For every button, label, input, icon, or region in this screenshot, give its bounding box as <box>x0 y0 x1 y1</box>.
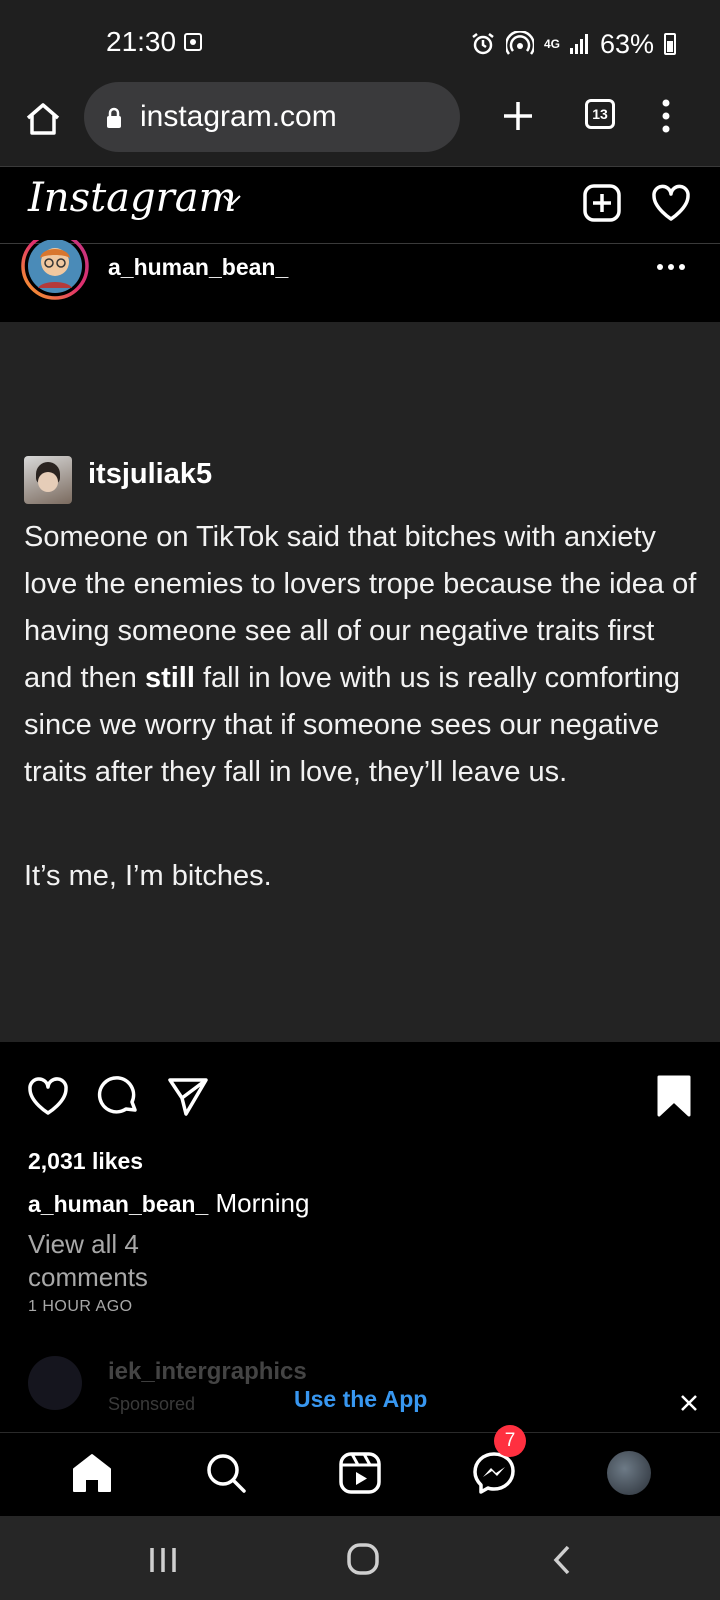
lock-icon <box>107 107 121 128</box>
recent-apps-icon[interactable] <box>148 1546 178 1574</box>
share-paper-plane-icon[interactable] <box>166 1074 210 1118</box>
chevron-down-icon[interactable] <box>222 193 242 207</box>
system-navigation-bar <box>0 1516 720 1600</box>
quoted-sign-off: It’s me, I’m bitches. <box>24 860 272 892</box>
status-time: 21:30 <box>106 26 177 57</box>
back-icon[interactable] <box>552 1544 572 1576</box>
post-image[interactable]: itsjuliak5 Someone on TikTok said that b… <box>0 322 720 1042</box>
hotspot-icon <box>505 31 534 55</box>
quoted-user-avatar <box>24 456 72 504</box>
battery-icon <box>664 33 676 55</box>
comment-icon[interactable] <box>96 1074 140 1118</box>
status-bar: 21:30 4G 63% <box>0 0 720 82</box>
status-icons: 4G 63% <box>470 24 676 64</box>
caption-username[interactable]: a_human_bean_ <box>28 1191 208 1217</box>
home-filled-icon[interactable] <box>70 1451 114 1495</box>
home-icon[interactable] <box>24 100 62 138</box>
browser-toolbar: instagram.com 13 <box>0 82 720 167</box>
likes-count[interactable]: 2,031 likes <box>28 1148 143 1175</box>
address-bar[interactable]: instagram.com <box>84 82 460 152</box>
post-options-icon[interactable] <box>656 262 686 272</box>
profile-avatar[interactable] <box>607 1451 651 1495</box>
battery-percent: 63% <box>599 28 654 59</box>
caption-text: Morning <box>215 1188 310 1218</box>
post-actions <box>0 1042 720 1132</box>
post-author-username[interactable]: a_human_bean_ <box>108 254 288 281</box>
url-text: instagram.com <box>140 100 337 133</box>
post-header: a_human_bean_ <box>0 240 720 323</box>
screen-record-icon <box>184 33 202 51</box>
close-icon[interactable] <box>680 1394 698 1412</box>
network-type: 4G <box>543 37 560 51</box>
system-home-icon[interactable] <box>346 1542 380 1576</box>
post-author-avatar[interactable] <box>20 240 90 304</box>
like-heart-icon[interactable] <box>26 1074 70 1118</box>
quoted-text-bold: still <box>144 662 195 694</box>
tab-switcher-button[interactable]: 13 <box>585 99 615 129</box>
quoted-text: Someone on TikTok said that bitches with… <box>24 514 704 796</box>
messenger-icon[interactable] <box>472 1451 516 1495</box>
instagram-header: Instagram <box>0 167 720 244</box>
signal-icon <box>569 34 588 54</box>
use-the-app-link[interactable]: Use the App <box>294 1386 427 1413</box>
saved-bookmark-icon[interactable] <box>656 1074 692 1118</box>
use-app-banner: Use the App <box>0 1376 720 1432</box>
alarm-icon <box>472 33 494 55</box>
instagram-logo[interactable]: Instagram <box>28 175 237 221</box>
activity-heart-icon[interactable] <box>650 183 692 223</box>
new-post-icon[interactable] <box>582 183 622 223</box>
quoted-username: itsjuliak5 <box>88 458 213 490</box>
new-tab-icon[interactable] <box>500 98 536 134</box>
bottom-navigation: 7 <box>0 1425 720 1517</box>
reels-icon[interactable] <box>338 1451 382 1495</box>
messenger-badge: 7 <box>494 1425 526 1457</box>
post-timestamp: 1 HOUR AGO <box>28 1298 133 1315</box>
post-caption: a_human_bean_ Morning <box>28 1188 309 1219</box>
search-icon[interactable] <box>204 1451 248 1495</box>
more-menu-icon[interactable] <box>660 98 672 134</box>
view-comments-link[interactable]: View all 4 comments <box>28 1228 198 1294</box>
